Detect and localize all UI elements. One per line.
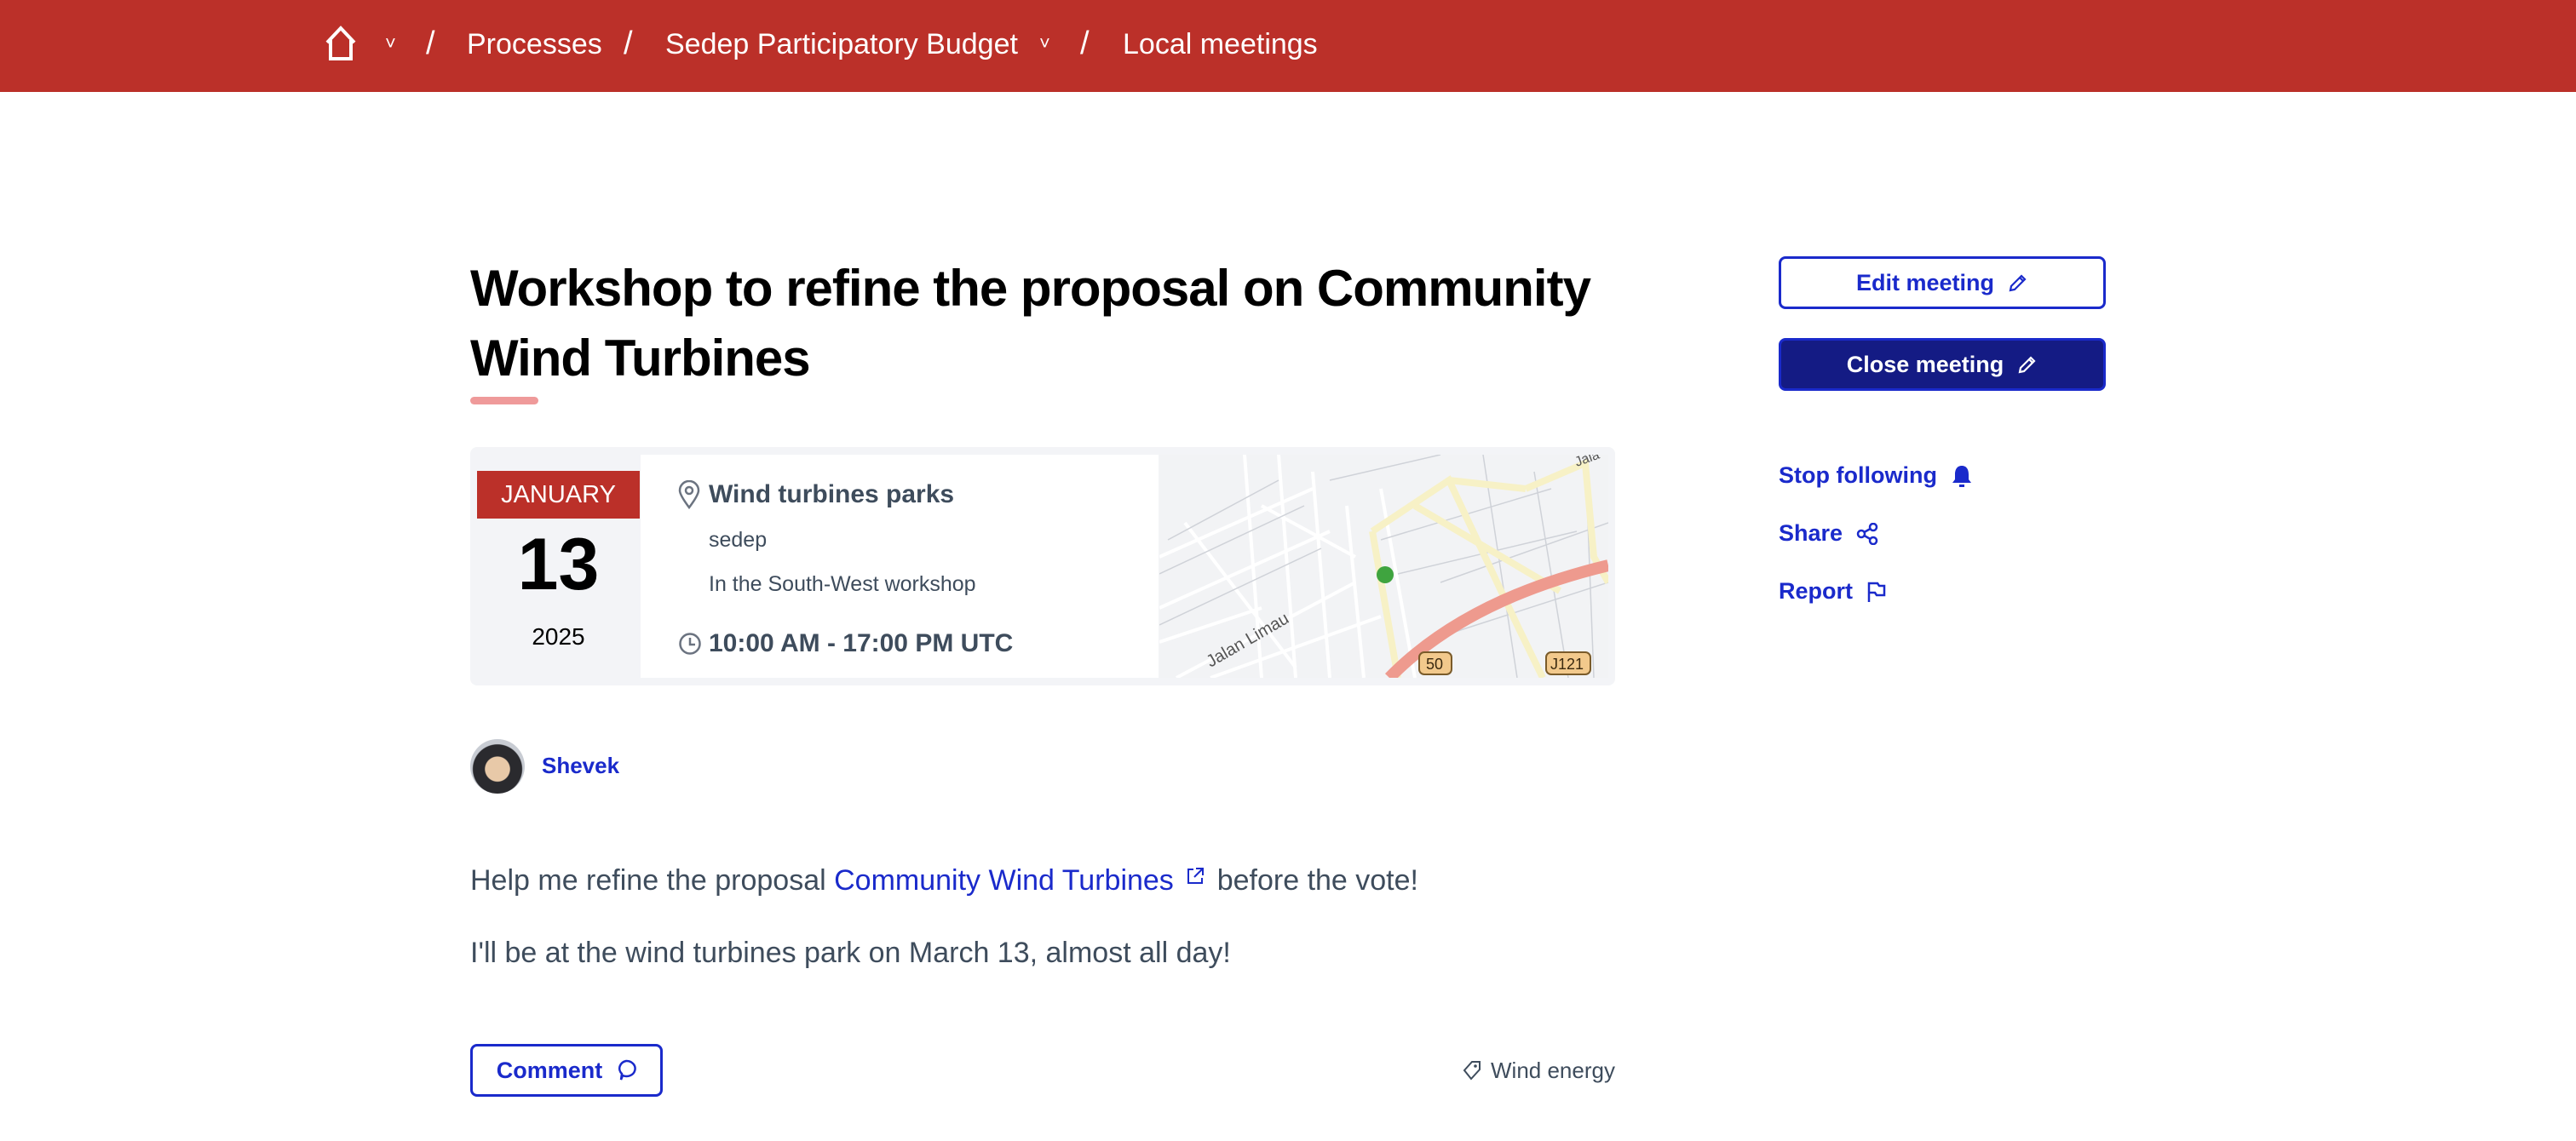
date-day: 13 [517, 524, 600, 605]
report-label: Report [1779, 578, 1853, 604]
comment-button[interactable]: Comment [470, 1044, 663, 1097]
stop-following-link[interactable]: Stop following [1779, 462, 1973, 489]
chevron-down-icon[interactable]: ˅ [1039, 32, 1050, 54]
chevron-down-icon[interactable]: ˅ [385, 32, 396, 54]
title-underline [470, 397, 538, 404]
description-paragraph: Help me refine the proposal Community Wi… [470, 864, 1418, 897]
location-map[interactable]: Jalan Limau 50 J121 Jala [1159, 455, 1608, 678]
tag-icon [1463, 1060, 1481, 1081]
route-badge: 50 [1426, 656, 1443, 673]
page-title: Workshop to refine the proposal on Commu… [470, 260, 1591, 387]
tag-wind-energy[interactable]: Wind energy [1462, 1058, 1615, 1084]
breadcrumb-separator: / [426, 26, 435, 61]
breadcrumb-separator: / [1080, 26, 1090, 61]
top-navigation-bar: ˅ / Processes / Sedep Participatory Budg… [0, 0, 2576, 92]
meeting-time: 10:00 AM - 17:00 PM UTC [709, 629, 1014, 657]
close-meeting-button[interactable]: Close meeting [1779, 338, 2106, 391]
avatar[interactable] [470, 739, 525, 794]
flag-icon [1867, 582, 1886, 602]
breadcrumb-separator: / [624, 26, 633, 61]
close-meeting-label: Close meeting [1846, 351, 2004, 377]
proposal-link[interactable]: Community Wind Turbines [834, 864, 1182, 897]
clock-icon [679, 633, 701, 655]
description-text: before the vote! [1209, 864, 1418, 897]
map-street-label: Jalan Limau [1204, 609, 1292, 671]
tag-label: Wind energy [1491, 1058, 1615, 1083]
edit-meeting-button[interactable]: Edit meeting [1779, 256, 2106, 309]
comment-icon [618, 1059, 637, 1081]
external-link-icon [1187, 868, 1205, 884]
description-paragraph: I'll be at the wind turbines park on Mar… [470, 937, 1231, 969]
location-name: Wind turbines parks [709, 480, 955, 508]
date-month: JANUARY [477, 471, 640, 519]
location-address: sedep [709, 528, 768, 552]
location-hints: In the South-West workshop [709, 572, 976, 596]
description-text: Help me refine the proposal [470, 864, 835, 897]
breadcrumb-processes[interactable]: Processes [467, 28, 602, 61]
comment-label: Comment [496, 1057, 603, 1083]
stop-following-label: Stop following [1779, 462, 1937, 488]
breadcrumb-local-meetings[interactable]: Local meetings [1123, 28, 1318, 61]
map-streets: Jalan Limau 50 J121 Jala [1159, 455, 1608, 678]
pencil-icon [2018, 356, 2036, 374]
meeting-info: Wind turbines parks sedep In the South-W… [641, 455, 1159, 678]
author-link[interactable]: Shevek [542, 753, 619, 779]
share-icon [1856, 522, 1878, 545]
bell-icon [1952, 465, 1971, 487]
breadcrumb-process[interactable]: Sedep Participatory Budget [665, 28, 1018, 61]
share-label: Share [1779, 520, 1843, 546]
share-link[interactable]: Share [1779, 520, 1878, 547]
date-year: 2025 [532, 623, 585, 650]
home-icon[interactable] [324, 26, 358, 61]
edit-meeting-label: Edit meeting [1855, 269, 1994, 295]
route-badge: J121 [1550, 656, 1584, 673]
location-pin-icon [678, 480, 700, 509]
report-link[interactable]: Report [1779, 578, 1887, 605]
pencil-icon [2009, 274, 2027, 292]
